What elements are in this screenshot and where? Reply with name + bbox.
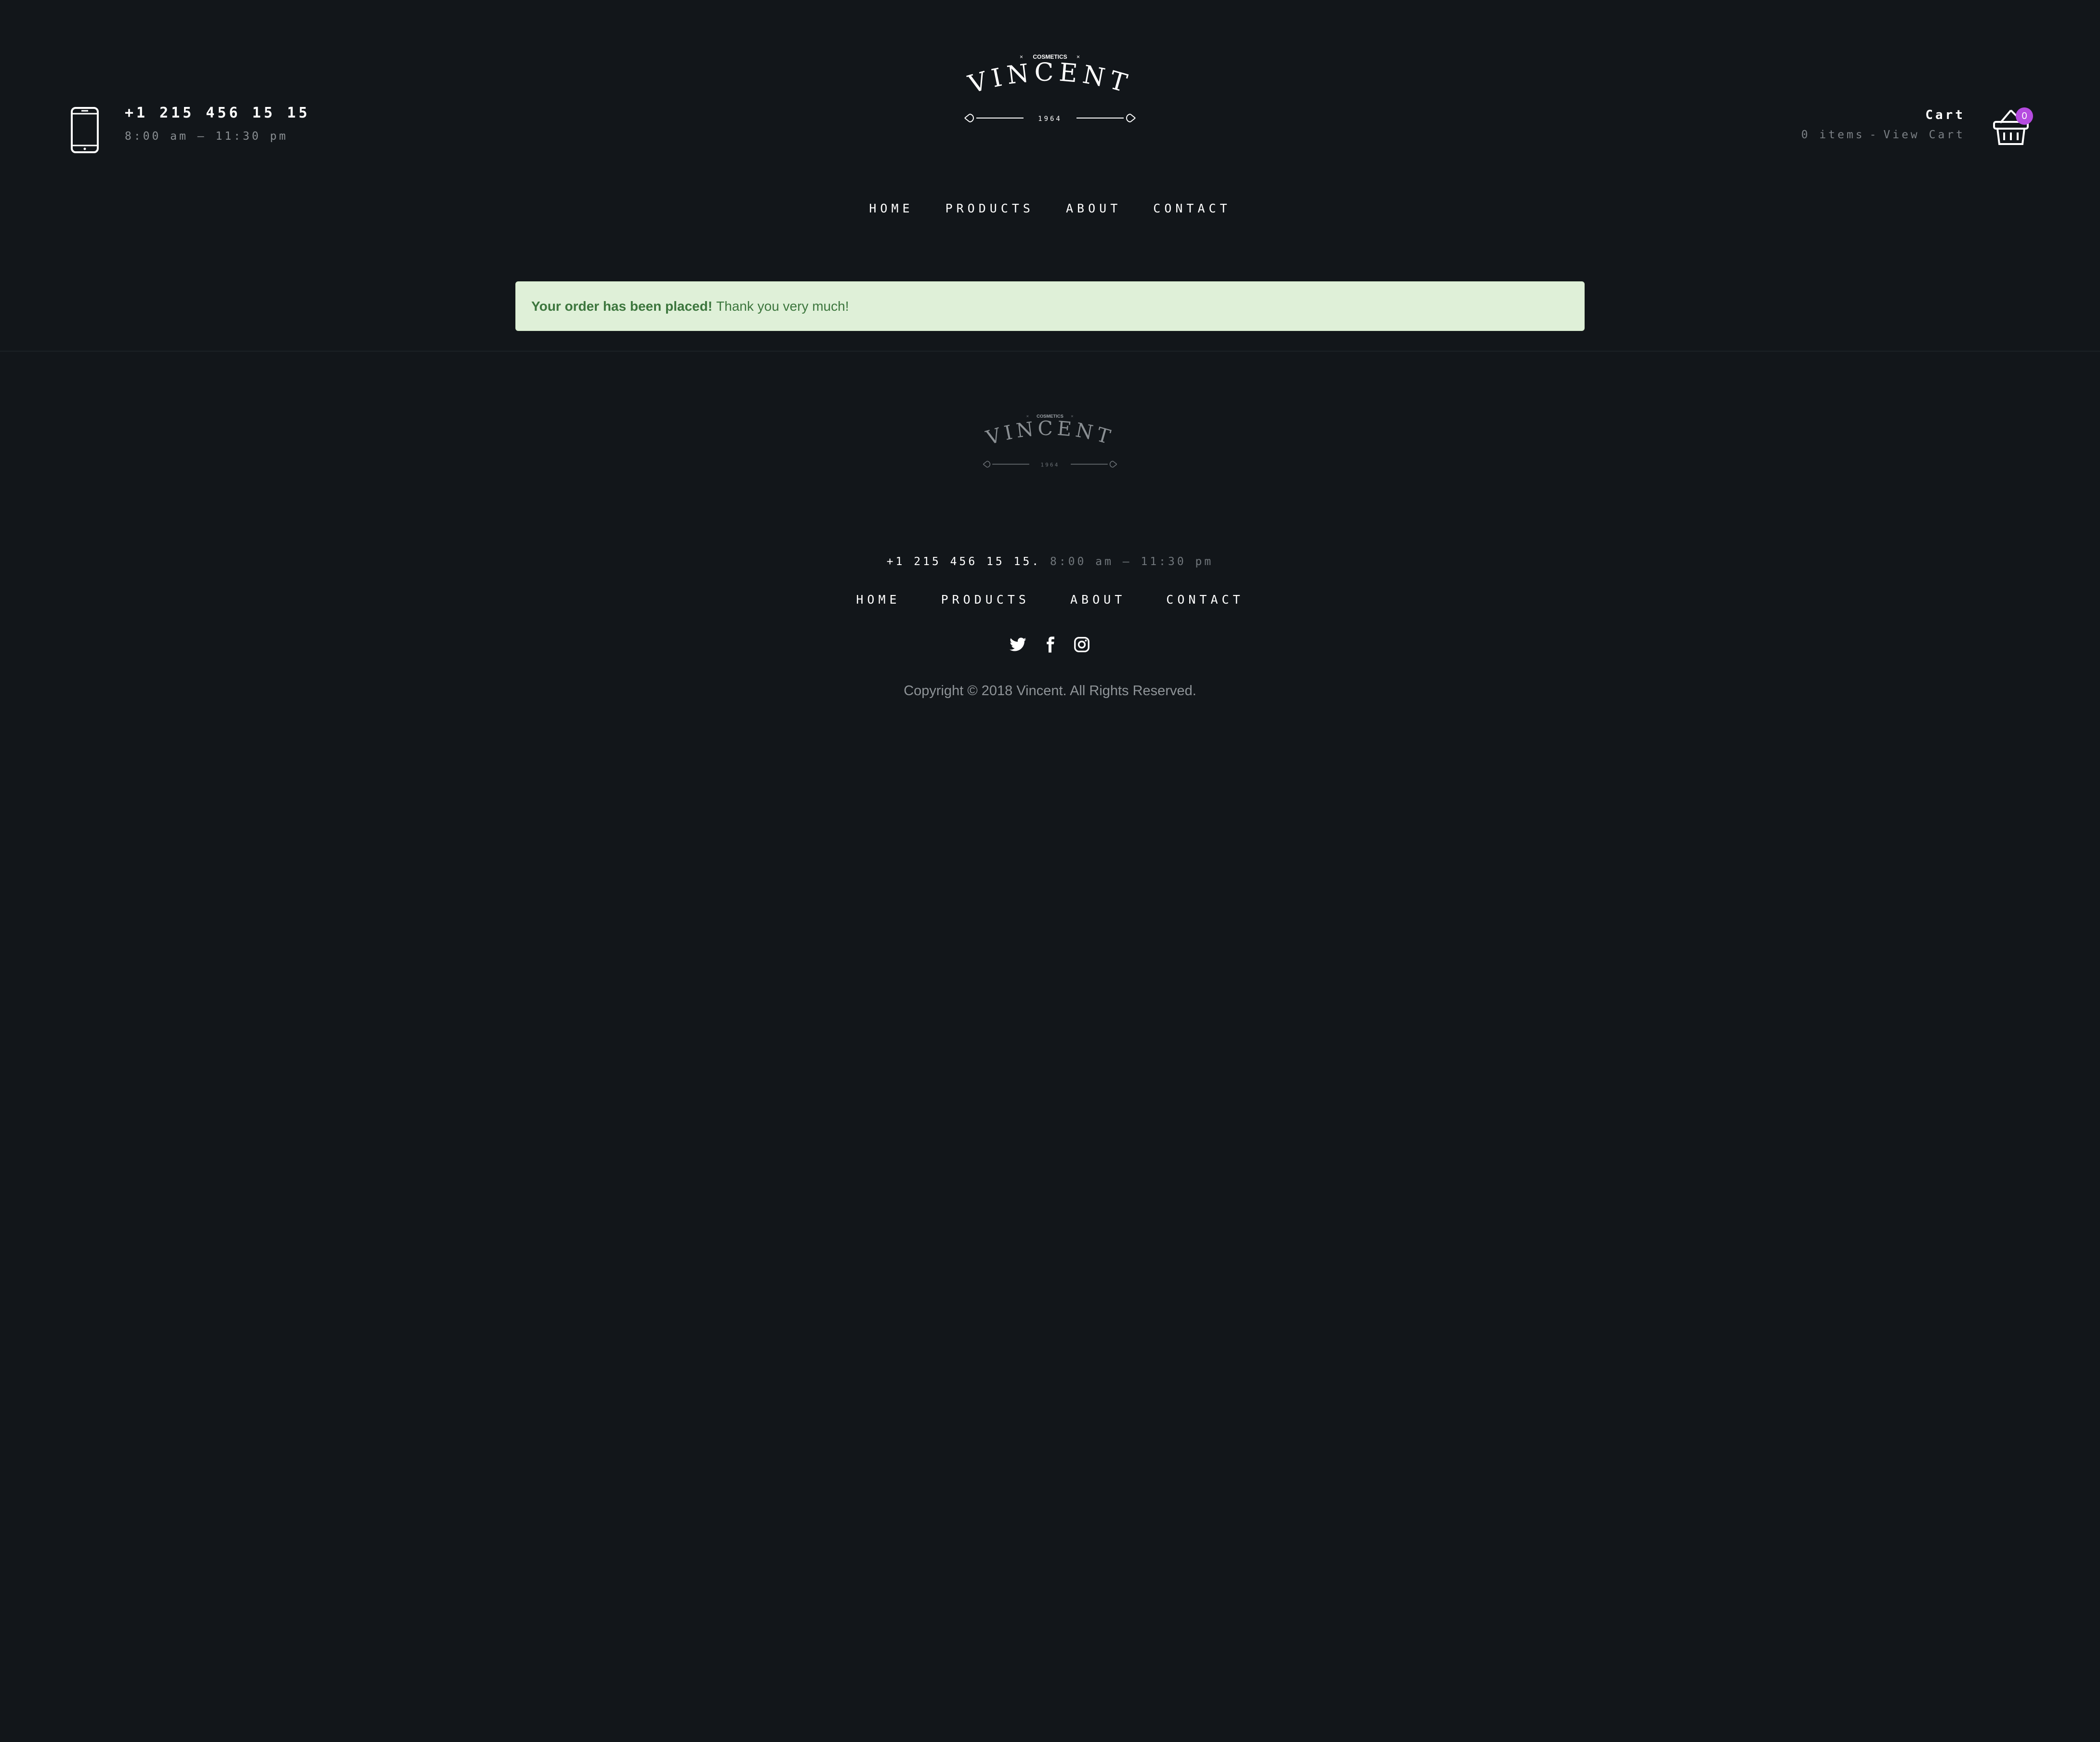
header-cart[interactable]: Cart 0 items - View Cart 0 — [1801, 104, 2033, 149]
nav-item-products[interactable]: PRODUCTS — [945, 197, 1034, 221]
footer-logo-year: 1964 — [1041, 462, 1060, 468]
basket-icon — [1992, 109, 2030, 149]
header-divider — [0, 351, 2100, 352]
cart-item-count: 0 items — [1801, 129, 1865, 141]
cart-separator: - — [1869, 129, 1879, 141]
svg-text:×: × — [1020, 53, 1023, 60]
copyright-text: Copyright © 2018 Vincent. All Rights Res… — [904, 683, 1196, 699]
main-nav: HOME PRODUCTS ABOUT CONTACT — [0, 197, 2100, 221]
header-phone-hours: 8:00 am – 11:30 pm — [125, 130, 289, 143]
footer-hours: 8:00 am – 11:30 pm — [1050, 555, 1214, 568]
site-header: +1 215 456 15 15 8:00 am – 11:30 pm × CO… — [0, 0, 2100, 352]
smartphone-icon — [70, 99, 100, 157]
view-cart-link[interactable]: View Cart — [1883, 129, 1965, 141]
cart-count-badge: 0 — [2016, 107, 2033, 125]
footer-logo[interactable]: × COSMETICS × VINCENT 1964 — [980, 409, 1120, 477]
nav-item-contact[interactable]: CONTACT — [1153, 197, 1231, 221]
cart-button[interactable]: 0 — [1992, 104, 2033, 149]
cart-title[interactable]: Cart — [1801, 104, 1965, 127]
order-success-alert: Your order has been placed! Thank you ve… — [515, 281, 1585, 331]
footer-nav-item-home[interactable]: HOME — [856, 588, 900, 612]
instagram-icon[interactable] — [1073, 636, 1090, 653]
site-logo[interactable]: × COSMETICS × VINCENT 1964 — [961, 48, 1139, 135]
footer-nav-item-about[interactable]: ABOUT — [1070, 588, 1126, 612]
logo-name: VINCENT — [965, 58, 1135, 99]
svg-text:×: × — [1076, 53, 1080, 60]
footer-nav-item-contact[interactable]: CONTACT — [1166, 588, 1244, 612]
footer-phone[interactable]: +1 215 456 15 15. — [887, 555, 1041, 568]
twitter-icon[interactable] — [1010, 636, 1027, 653]
header-phone-number[interactable]: +1 215 456 15 15 — [125, 102, 310, 125]
nav-item-about[interactable]: ABOUT — [1066, 197, 1121, 221]
alert-strong-text: Your order has been placed! — [531, 298, 713, 314]
nav-item-home[interactable]: HOME — [869, 197, 913, 221]
footer-contact: +1 215 456 15 15. 8:00 am – 11:30 pm — [0, 552, 2100, 571]
footer-logo-name: VINCENT — [983, 417, 1116, 450]
facebook-icon[interactable] — [1041, 636, 1059, 653]
footer-nav-item-products[interactable]: PRODUCTS — [941, 588, 1030, 612]
logo-year: 1964 — [1038, 115, 1062, 123]
page: +1 215 456 15 15 8:00 am – 11:30 pm × CO… — [0, 0, 2100, 1742]
header-contact: +1 215 456 15 15 8:00 am – 11:30 pm — [70, 99, 310, 157]
alert-text: Thank you very much! — [716, 298, 849, 314]
footer-nav: HOME PRODUCTS ABOUT CONTACT — [0, 588, 2100, 612]
social-links — [0, 636, 2100, 653]
